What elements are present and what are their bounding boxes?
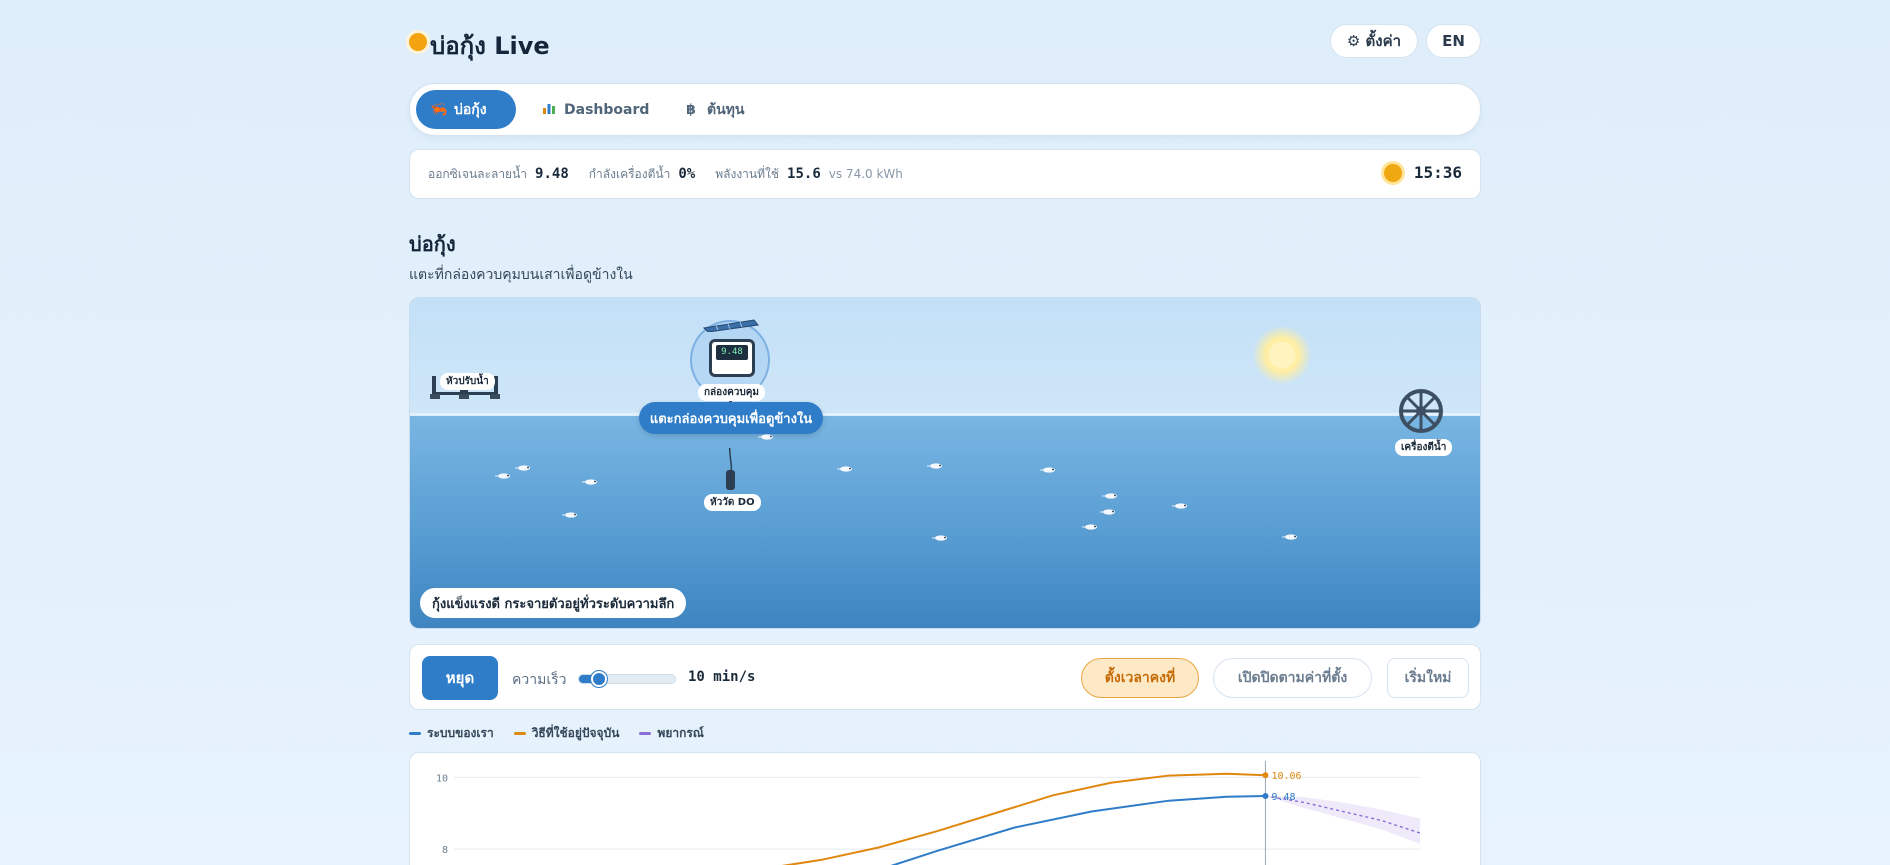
- legend-swatch: [513, 732, 526, 735]
- point-our-system: [1262, 793, 1269, 800]
- stat-value: 15.6: [787, 165, 821, 182]
- data-label-our-system: 9.48: [1271, 792, 1295, 803]
- controller-box[interactable]: 9.48: [709, 339, 755, 377]
- legend-item-forecast: พยากรณ์: [639, 724, 704, 743]
- threshold-mode-button[interactable]: เปิดปิดตามค่าที่ตั้ง: [1213, 658, 1372, 698]
- stat-value: 0%: [678, 165, 696, 182]
- data-label-current-method: 10.06: [1271, 771, 1301, 782]
- tab-ponds[interactable]: 🦐 บ่อกุ้ง: [416, 90, 516, 129]
- series-line-our-system: [890, 795, 1266, 865]
- fixed-schedule-button[interactable]: ตั้งเวลาคงที่: [1081, 658, 1199, 698]
- shrimp-icon: [932, 535, 947, 541]
- y-tick-label: 8: [442, 845, 448, 856]
- sky: [410, 298, 1480, 418]
- sun-icon: [1253, 326, 1311, 384]
- inlet-label: หัวปรับน้ำ: [440, 373, 495, 390]
- controller-label: กล่องควบคุม: [698, 384, 766, 401]
- shrimp-icon: [927, 463, 942, 469]
- probe-label: หัววัด DO: [704, 494, 761, 511]
- aerator-wheel-icon[interactable]: [1398, 388, 1444, 434]
- do-probe-icon[interactable]: [726, 470, 735, 490]
- do-chart-svg: 10 8 10.06 9.48: [436, 761, 1421, 865]
- shrimp-icon: 🦐: [430, 101, 448, 118]
- forecast-band: [1265, 796, 1420, 844]
- app-title: บ่อกุ้ง Live: [430, 32, 550, 60]
- tab-dashboard[interactable]: Dashboard: [528, 90, 650, 129]
- simulation-controls: หยุด ความเร็ว 10 min/s ตั้งเวลาคงที่ เปิ…: [409, 644, 1481, 710]
- app-header: บ่อกุ้ง Live ⚙ ตั้งค่า EN: [409, 22, 1481, 62]
- legend-label: ระบบของเรา: [427, 726, 494, 740]
- solar-panel-icon: [702, 319, 759, 332]
- shrimp-icon: [758, 434, 773, 440]
- legend-label: วิธีที่ใช้อยู่ปัจจุบัน: [531, 726, 620, 740]
- y-tick-label: 10: [436, 773, 448, 784]
- shrimp-icon: [562, 512, 577, 518]
- live-stats-bar: ออกซิเจนละลายน้ำ 9.48 กำลังเครื่องตีน้ำ …: [409, 149, 1481, 199]
- language-toggle-button[interactable]: EN: [1426, 24, 1481, 58]
- stat-energy-used: พลังงานที่ใช้ 15.6 vs 74.0 kWh: [715, 165, 903, 184]
- stat-aerator-power: กำลังเครื่องตีน้ำ 0%: [589, 165, 695, 184]
- do-chart: 10 8 10.06 9.48: [409, 752, 1481, 865]
- stat-label: ออกซิเจนละลายน้ำ: [428, 166, 528, 181]
- legend-swatch: [409, 732, 421, 735]
- aerator-label: เครื่องตีน้ำ: [1395, 439, 1453, 456]
- reset-button[interactable]: เริ่มใหม่: [1387, 658, 1469, 698]
- shrimp-status-pill: กุ้งแข็งแรงดี กระจายตัวอยู่ทั่วระดับความ…: [420, 588, 687, 618]
- water-surface: [410, 413, 1480, 416]
- shrimp-icon: [582, 479, 597, 485]
- shrimp-icon: [1100, 509, 1115, 515]
- stat-value: 9.48: [535, 165, 569, 182]
- main-tab-bar: 🦐 บ่อกุ้ง Dashboard ฿ ต้นทุน: [409, 83, 1481, 136]
- stat-dissolved-oxygen: ออกซิเจนละลายน้ำ 9.48: [428, 165, 569, 184]
- live-status-dot: [409, 33, 427, 51]
- chart-icon: [542, 101, 556, 119]
- point-current-method: [1262, 772, 1269, 779]
- stat-label: กำลังเครื่องตีน้ำ: [588, 166, 671, 181]
- chart-legend: ระบบของเรา วิธีที่ใช้อยู่ปัจจุบัน พยากรณ…: [409, 724, 704, 743]
- shrimp-icon: [1282, 534, 1297, 540]
- shrimp-icon: [837, 466, 852, 472]
- speed-slider[interactable]: [578, 671, 676, 687]
- legend-item-our-system: ระบบของเรา: [409, 724, 494, 743]
- speed-label: ความเร็ว: [512, 672, 567, 688]
- shrimp-icon: [1102, 493, 1117, 499]
- settings-button[interactable]: ⚙ ตั้งค่า: [1330, 24, 1418, 58]
- controller-display: 9.48: [716, 345, 748, 360]
- tab-label: Dashboard: [564, 101, 650, 118]
- pond-scene: หัวปรับน้ำ 9.48 กล่องควบคุม แตะกล่องควบค…: [409, 297, 1481, 629]
- legend-label: พยากรณ์: [657, 726, 704, 740]
- speed-slider-thumb[interactable]: [590, 671, 607, 687]
- tab-label: ต้นทุน: [707, 101, 745, 118]
- series-line-current-method: [781, 772, 1266, 865]
- clock: 15:36: [1383, 163, 1462, 182]
- sun-icon: [1383, 163, 1402, 182]
- section-subtitle: แตะที่กล่องควบคุมบนเสาเพื่อดูข้างใน: [409, 267, 633, 283]
- shrimp-icon: [515, 465, 530, 471]
- stat-comparison: vs 74.0 kWh: [828, 166, 903, 181]
- shrimp-icon: [1082, 524, 1097, 530]
- baht-icon: ฿: [686, 101, 696, 118]
- legend-item-current-method: วิธีที่ใช้อยู่ปัจจุบัน: [513, 724, 620, 743]
- controller-tooltip[interactable]: แตะกล่องควบคุมเพื่อดูข้างใน: [639, 402, 823, 434]
- shrimp-icon: [495, 473, 510, 479]
- tab-label: บ่อกุ้ง: [454, 101, 487, 118]
- tab-cost[interactable]: ฿ ต้นทุน: [669, 90, 759, 129]
- legend-swatch: [639, 732, 652, 735]
- stop-button[interactable]: หยุด: [422, 656, 498, 700]
- section-title: บ่อกุ้ง: [409, 232, 456, 256]
- speed-value: 10 min/s: [688, 669, 756, 685]
- shrimp-icon: [1040, 467, 1055, 473]
- stat-label: พลังงานที่ใช้: [715, 166, 780, 181]
- shrimp-icon: [1172, 503, 1187, 509]
- clock-time: 15:36: [1413, 163, 1462, 182]
